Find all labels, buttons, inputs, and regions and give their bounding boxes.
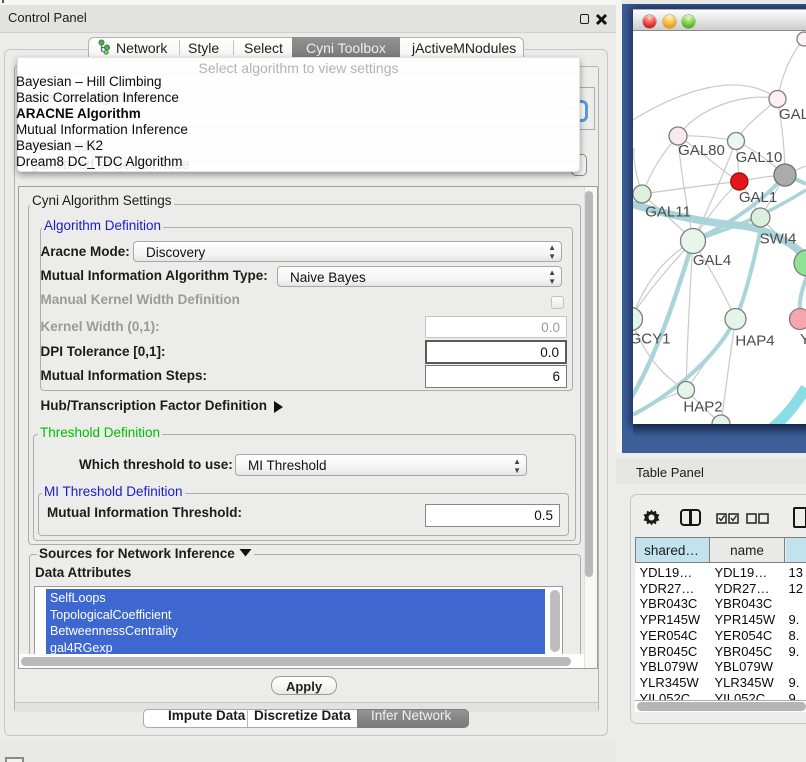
- svg-text:HAP4: HAP4: [735, 333, 774, 350]
- svg-text:GCY1: GCY1: [633, 331, 670, 348]
- svg-text:GAL10: GAL10: [736, 149, 783, 166]
- svg-text:GAL11: GAL11: [645, 204, 691, 221]
- svg-text:Y: Y: [800, 331, 806, 348]
- svg-text:GAL4: GAL4: [693, 252, 731, 269]
- svg-text:GAL1: GAL1: [739, 189, 777, 206]
- svg-text:GAL: GAL: [779, 106, 806, 123]
- svg-text:HAP2: HAP2: [683, 399, 722, 416]
- svg-text:GAL80: GAL80: [678, 142, 725, 159]
- svg-text:SWI4: SWI4: [760, 231, 797, 248]
